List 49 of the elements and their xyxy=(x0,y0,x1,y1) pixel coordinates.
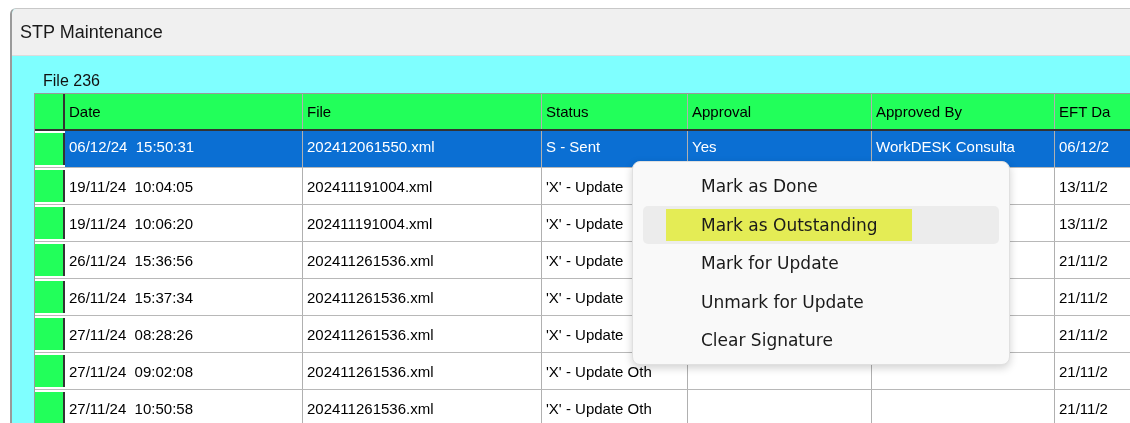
menu-item[interactable]: Mark as Outstanding xyxy=(643,205,999,244)
table-cell: 'X' - Update xyxy=(546,325,624,343)
table-cell: 202411261536.xml xyxy=(307,325,434,343)
table-cell: 26/11/24 15:36:56 xyxy=(69,251,193,269)
selected-table-row[interactable]: 06/12/24 15:50:31 202412061550.xml S - Sent Yes WorkDESK Consulta 06/12/2 xyxy=(35,131,1130,168)
row-indicator[interactable] xyxy=(35,244,65,276)
row-indicator[interactable] xyxy=(35,281,65,313)
row-indicator[interactable] xyxy=(35,207,65,239)
row-indicator[interactable] xyxy=(35,318,65,350)
table-cell: 202411191004.xml xyxy=(307,177,433,195)
file-count-label: File 236 xyxy=(42,72,101,90)
table-cell: WorkDESK Consulta xyxy=(876,138,1015,155)
menu-item[interactable]: Mark as Done xyxy=(643,167,999,205)
table-cell: 27/11/24 09:02:08 xyxy=(69,362,193,380)
table-cell: 21/11/2 xyxy=(1059,251,1108,269)
table-cell: 'X' - Update Oth xyxy=(546,362,652,380)
table-cell: 202411191004.xml xyxy=(307,214,433,232)
table-cell: 13/11/2 xyxy=(1059,214,1108,232)
table-cell: 202411261536.xml xyxy=(307,399,434,417)
row-indicator[interactable] xyxy=(35,170,65,202)
row-indicator[interactable] xyxy=(35,355,65,387)
table-cell: 202411261536.xml xyxy=(307,362,434,380)
table-cell: 21/11/2 xyxy=(1059,399,1108,417)
table-cell: 'X' - Update xyxy=(546,177,624,195)
table-cell: 06/12/24 15:50:31 xyxy=(69,138,195,155)
table-cell: 21/11/2 xyxy=(1059,288,1108,306)
table-cell: 13/11/2 xyxy=(1059,177,1108,195)
table-cell: 27/11/24 10:50:58 xyxy=(69,399,193,417)
table-cell: 'X' - Update xyxy=(546,288,624,306)
row-indicator[interactable] xyxy=(35,392,65,423)
table-cell: 'X' - Update xyxy=(546,251,624,269)
table-cell: 26/11/24 15:37:34 xyxy=(69,288,193,306)
row-indicator[interactable] xyxy=(35,133,65,165)
table-cell: 202411261536.xml xyxy=(307,251,434,269)
table-row[interactable]: 27/11/24 10:50:58 202411261536.xml 'X' - Update Oth 21/11/2 xyxy=(35,390,1130,423)
table-cell: 'X' - Update Oth xyxy=(546,399,652,417)
window-title: STP Maintenance xyxy=(20,21,163,43)
table-cell: 19/11/24 10:06:20 xyxy=(69,214,193,232)
menu-item[interactable]: Mark for Update xyxy=(643,244,999,282)
table-cell: 202411261536.xml xyxy=(307,288,434,306)
table-cell: 27/11/24 08:28:26 xyxy=(69,325,193,343)
table-cell: 19/11/24 10:04:05 xyxy=(69,177,193,195)
table-cell: 06/12/2 xyxy=(1059,138,1110,155)
table-cell: 21/11/2 xyxy=(1059,325,1108,343)
table-cell: 21/11/2 xyxy=(1059,362,1108,380)
table-cell: 202412061550.xml xyxy=(307,138,435,155)
table-cell: S - Sent xyxy=(546,138,601,155)
table-cell: Yes xyxy=(692,138,717,155)
table-cell: 'X' - Update xyxy=(546,214,624,232)
